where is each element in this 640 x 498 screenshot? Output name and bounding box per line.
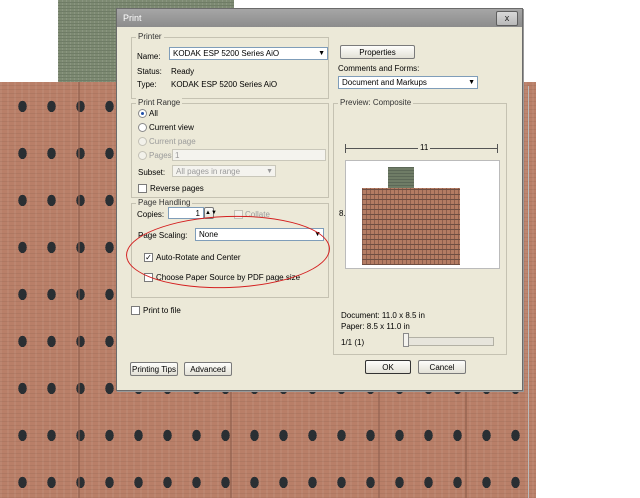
dialog-title: Print (123, 13, 142, 23)
building-pillar (78, 82, 80, 498)
range-pages-radio[interactable] (138, 151, 147, 160)
close-button[interactable]: x (496, 11, 518, 26)
range-current-page-radio[interactable] (138, 137, 147, 146)
comments-forms-label: Comments and Forms: (338, 64, 420, 73)
dialog-titlebar[interactable]: Print x (117, 9, 522, 27)
preview-thumbnail-building (362, 188, 460, 265)
background-edge-line (528, 86, 529, 498)
copies-label: Copies: (137, 210, 165, 219)
printing-tips-button[interactable]: Printing Tips (130, 362, 178, 376)
advanced-button[interactable]: Advanced (184, 362, 232, 376)
printer-status-value: Ready (171, 67, 195, 76)
width-dimension-tick (497, 144, 498, 153)
paper-size-label: Paper: 8.5 x 11.0 in (341, 322, 410, 331)
range-all-radio[interactable] (138, 109, 147, 118)
reverse-pages-label: Reverse pages (150, 184, 204, 193)
subset-select[interactable]: All pages in range ▼ (172, 165, 276, 177)
range-current-view-radio[interactable] (138, 123, 147, 132)
chevron-down-icon: ▼ (266, 168, 273, 175)
page-counter: 1/1 (1) (341, 338, 365, 347)
range-current-page-label: Current page (149, 137, 196, 146)
stepper-arrows-icon: ▲▼ (205, 210, 217, 216)
cancel-button[interactable]: Cancel (418, 360, 466, 374)
printer-name-label: Name: (137, 52, 161, 61)
properties-button[interactable]: Properties (340, 45, 415, 59)
pages-input[interactable]: 1 (172, 149, 326, 161)
preview-page-slider-track[interactable] (408, 337, 494, 346)
printer-type-value: KODAK ESP 5200 Series AiO (171, 80, 278, 89)
ok-button[interactable]: OK (365, 360, 411, 374)
range-pages-label: Pages (149, 151, 172, 160)
chevron-down-icon: ▼ (468, 79, 475, 86)
printer-status-label: Status: (137, 67, 162, 76)
range-current-view-label: Current view (149, 123, 194, 132)
width-dimension-label: 11 (418, 143, 431, 152)
subset-value: All pages in range (176, 167, 241, 176)
range-all-label: All (149, 109, 158, 118)
comments-forms-select[interactable]: Document and Markups ▼ (338, 76, 478, 89)
chevron-down-icon: ▼ (318, 50, 325, 57)
printer-type-label: Type: (137, 80, 157, 89)
printer-name-value: KODAK ESP 5200 Series AiO (173, 49, 280, 58)
background-white-area (536, 88, 640, 498)
preview-thumbnail-tower (388, 167, 414, 189)
copies-input[interactable]: 1 (168, 207, 204, 219)
print-to-file-label: Print to file (143, 306, 181, 315)
preview-label: Preview: Composite (338, 98, 414, 107)
printer-name-select[interactable]: KODAK ESP 5200 Series AiO ▼ (169, 47, 328, 60)
subset-label: Subset: (138, 168, 166, 177)
comments-forms-value: Document and Markups (342, 78, 427, 87)
print-to-file-checkbox[interactable] (131, 306, 140, 315)
width-dimension-tick (345, 144, 346, 153)
print-range-label: Print Range (136, 98, 183, 107)
printer-group-label: Printer (136, 32, 164, 41)
document-size-label: Document: 11.0 x 8.5 in (341, 311, 425, 320)
close-icon: x (504, 13, 510, 23)
reverse-pages-checkbox[interactable] (138, 184, 147, 193)
page-handling-label: Page Handling (136, 198, 193, 207)
preview-page-slider-thumb[interactable] (403, 333, 409, 347)
